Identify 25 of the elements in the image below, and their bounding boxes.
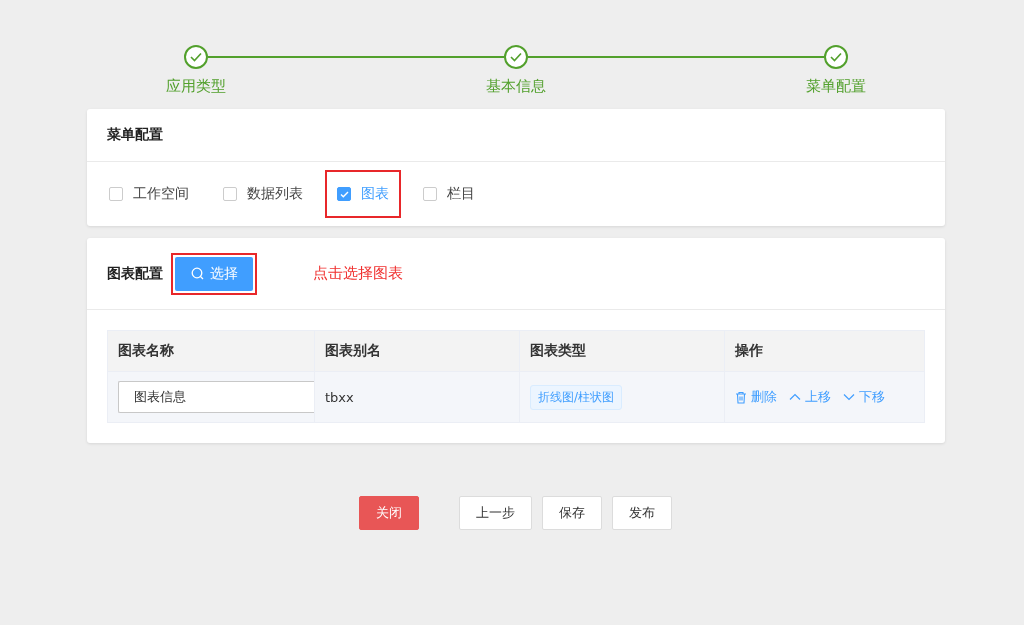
table-cell: tbxx [325,389,354,405]
column-header: 图表别名 [315,331,520,372]
chevron-down-icon [843,393,855,401]
menu-checkbox[interactable]: 数据列表 [211,170,315,218]
footer-button[interactable]: 上一步 [459,496,532,530]
menu-checkbox[interactable]: 工作空间 [107,170,201,218]
step-label: 应用类型 [166,76,226,96]
footer-button[interactable]: 保存 [542,496,602,530]
step-label: 菜单配置 [806,76,866,96]
card-title: 图表配置 [107,264,163,283]
type-tag: 折线图/柱状图 [530,384,623,410]
column-header: 图表类型 [520,331,725,372]
checkmark-icon [339,190,349,198]
footer-button[interactable]: 关闭 [359,496,419,530]
search-icon [190,267,204,280]
column-header: 图表名称 [108,331,315,372]
footer-button[interactable]: 发布 [612,496,672,530]
card-title: 菜单配置 [107,126,163,144]
column-header: 操作 [725,331,924,372]
trash-icon [735,390,747,404]
menu-checkbox[interactable]: 栏目 [411,170,487,218]
annotation-text: 点击选择图表 [313,264,403,283]
step-label: 基本信息 [486,76,546,96]
chevron-up-icon [789,393,801,401]
name-input-field[interactable]: 图表信息 [118,381,314,413]
